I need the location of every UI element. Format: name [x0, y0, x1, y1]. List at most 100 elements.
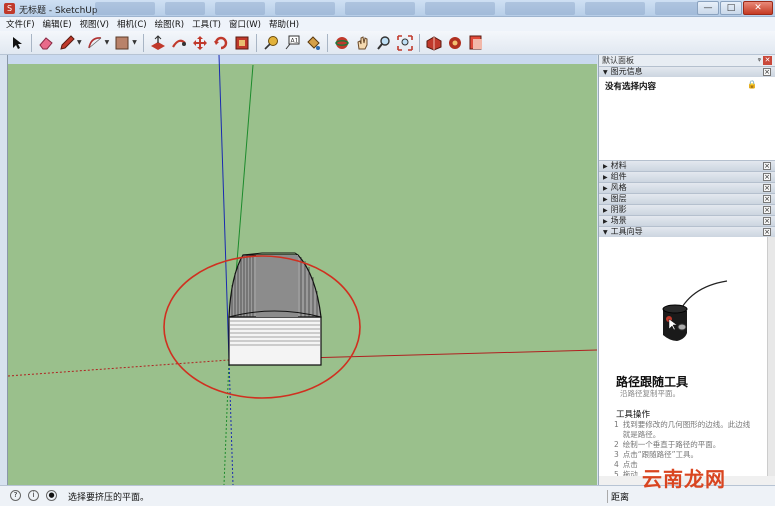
tape-measure-icon[interactable]	[262, 34, 280, 52]
rotate-icon[interactable]	[212, 34, 230, 52]
panel-layers[interactable]: ▶ 图层 ×	[599, 193, 775, 204]
panel-styles[interactable]: ▶ 风格 ×	[599, 182, 775, 193]
toolbar-separator	[255, 33, 257, 52]
instructor-operations-title: 工具操作	[616, 410, 651, 420]
zoom-icon[interactable]	[375, 34, 393, 52]
credits-icon[interactable]: i	[28, 490, 39, 501]
measurements-label: 距离	[607, 490, 629, 503]
panel-label: 材料	[610, 161, 627, 170]
background-tab	[95, 2, 155, 15]
background-tab	[165, 2, 205, 15]
follow-me-extrusion	[228, 252, 322, 366]
close-panel-icon[interactable]: ×	[763, 173, 771, 181]
chevron-down-icon[interactable]: ▼	[77, 39, 82, 46]
pin-icon[interactable]: ᵠ	[758, 55, 761, 66]
3d-warehouse-icon[interactable]	[425, 34, 443, 52]
panel-label: 图层	[610, 194, 627, 203]
panel-shadows[interactable]: ▶ 阴影 ×	[599, 204, 775, 215]
close-panel-icon[interactable]: ×	[763, 162, 771, 170]
menu-view[interactable]: 视图(V)	[80, 18, 109, 30]
text-label-icon[interactable]: A1	[283, 34, 301, 52]
panel-components[interactable]: ▶ 组件 ×	[599, 171, 775, 182]
title-bar: S 无标题 - SketchUp — □ ✕	[0, 0, 775, 17]
maximize-button[interactable]: □	[720, 1, 742, 15]
follow-me-icon[interactable]	[170, 34, 188, 52]
toolbar-separator	[142, 33, 144, 52]
panel-label: 工具向导	[610, 227, 643, 236]
toolbar-separator	[418, 33, 420, 52]
orbit-icon[interactable]	[333, 34, 351, 52]
push-pull-icon[interactable]	[149, 34, 167, 52]
blue-axis-negative	[228, 359, 234, 485]
rectangle-icon[interactable]	[113, 34, 131, 52]
expand-arrow-icon: ▶	[603, 207, 608, 214]
panel-materials[interactable]: ▶ 材料 ×	[599, 160, 775, 171]
menu-bar: 文件(F) 编辑(E) 视图(V) 相机(C) 绘图(R) 工具(T) 窗口(W…	[0, 17, 775, 31]
list-item: 2 绘制一个垂直于路径的平面。	[614, 440, 721, 449]
panel-scenes[interactable]: ▶ 场景 ×	[599, 215, 775, 226]
list-item: 3 点击“跟随路径”工具。	[614, 450, 699, 459]
arc-icon[interactable]	[86, 34, 104, 52]
menu-help[interactable]: 帮助(H)	[269, 18, 299, 30]
blue-axis	[218, 55, 230, 361]
panel-instructor[interactable]: ▼ 工具向导 ×	[599, 226, 775, 237]
watermark-red: 云南	[642, 467, 684, 491]
close-panel-icon[interactable]: ×	[763, 217, 771, 225]
follow-me-animation	[662, 280, 728, 341]
geo-location-icon[interactable]: ?	[10, 490, 21, 501]
paint-bucket-icon[interactable]	[304, 34, 322, 52]
watermark-dark: 龙网	[684, 467, 726, 491]
expand-arrow-icon: ▶	[603, 163, 608, 170]
lock-icon[interactable]: 🔒	[747, 80, 757, 89]
close-panel-icon[interactable]: ×	[763, 228, 771, 236]
move-icon[interactable]	[191, 34, 209, 52]
user-icon[interactable]: ●	[46, 490, 57, 501]
menu-draw[interactable]: 绘图(R)	[155, 18, 185, 30]
minimize-button[interactable]: —	[697, 1, 719, 15]
layout-icon[interactable]	[467, 34, 485, 52]
pencil-icon[interactable]	[58, 34, 76, 52]
default-tray: 默认面板 ᵠ ✕ ▼ 图元信息 × 没有选择内容 🔒 ▶ 材料 × ▶ 组件 × ▶ 风…	[598, 55, 775, 485]
panel-entity-info[interactable]: ▼ 图元信息 ×	[599, 66, 775, 77]
tray-title: 默认面板	[602, 56, 634, 65]
eraser-icon[interactable]	[37, 34, 55, 52]
green-axis-negative	[223, 359, 230, 485]
close-tray-icon[interactable]: ✕	[763, 56, 772, 65]
sketchup-app-icon: S	[4, 3, 15, 14]
menu-edit[interactable]: 编辑(E)	[43, 18, 72, 30]
entity-info-body: 没有选择内容 🔒	[599, 77, 775, 160]
window-title: 无标题 - SketchUp	[19, 6, 98, 16]
expand-arrow-icon: ▶	[603, 218, 608, 225]
panel-label: 场景	[610, 216, 627, 225]
main-toolbar: ▼ ▼ ▼ A1	[0, 31, 775, 55]
panel-label: 组件	[610, 172, 627, 181]
tray-header: 默认面板 ᵠ ✕	[599, 55, 775, 66]
toolbar-separator	[31, 33, 32, 52]
collapse-arrow-icon: ▼	[603, 229, 608, 236]
menu-camera[interactable]: 相机(C)	[117, 18, 147, 30]
close-panel-icon[interactable]: ×	[763, 68, 771, 76]
close-panel-icon[interactable]: ×	[763, 195, 771, 203]
background-tab	[425, 2, 495, 15]
instructor-scrollbar[interactable]	[767, 237, 775, 476]
entity-info-text: 没有选择内容	[605, 82, 657, 92]
menu-window[interactable]: 窗口(W)	[229, 18, 261, 30]
expand-arrow-icon: ▶	[603, 185, 608, 192]
chevron-down-icon[interactable]: ▼	[105, 39, 110, 46]
offset-icon[interactable]	[233, 34, 251, 52]
extension-warehouse-icon[interactable]	[446, 34, 464, 52]
collapse-arrow-icon: ▼	[603, 69, 608, 76]
menu-file[interactable]: 文件(F)	[6, 18, 35, 30]
zoom-extents-icon[interactable]	[396, 34, 414, 52]
select-arrow-icon[interactable]	[8, 34, 26, 52]
chevron-down-icon[interactable]: ▼	[132, 39, 137, 46]
pan-icon[interactable]	[354, 34, 372, 52]
close-button[interactable]: ✕	[743, 1, 773, 15]
close-panel-icon[interactable]: ×	[763, 206, 771, 214]
red-axis-negative	[8, 359, 230, 377]
status-message: 选择要挤压的平面。	[68, 493, 150, 503]
panel-label: 图元信息	[610, 67, 643, 76]
menu-tools[interactable]: 工具(T)	[192, 18, 221, 30]
drawing-viewport[interactable]	[7, 55, 597, 485]
close-panel-icon[interactable]: ×	[763, 184, 771, 192]
